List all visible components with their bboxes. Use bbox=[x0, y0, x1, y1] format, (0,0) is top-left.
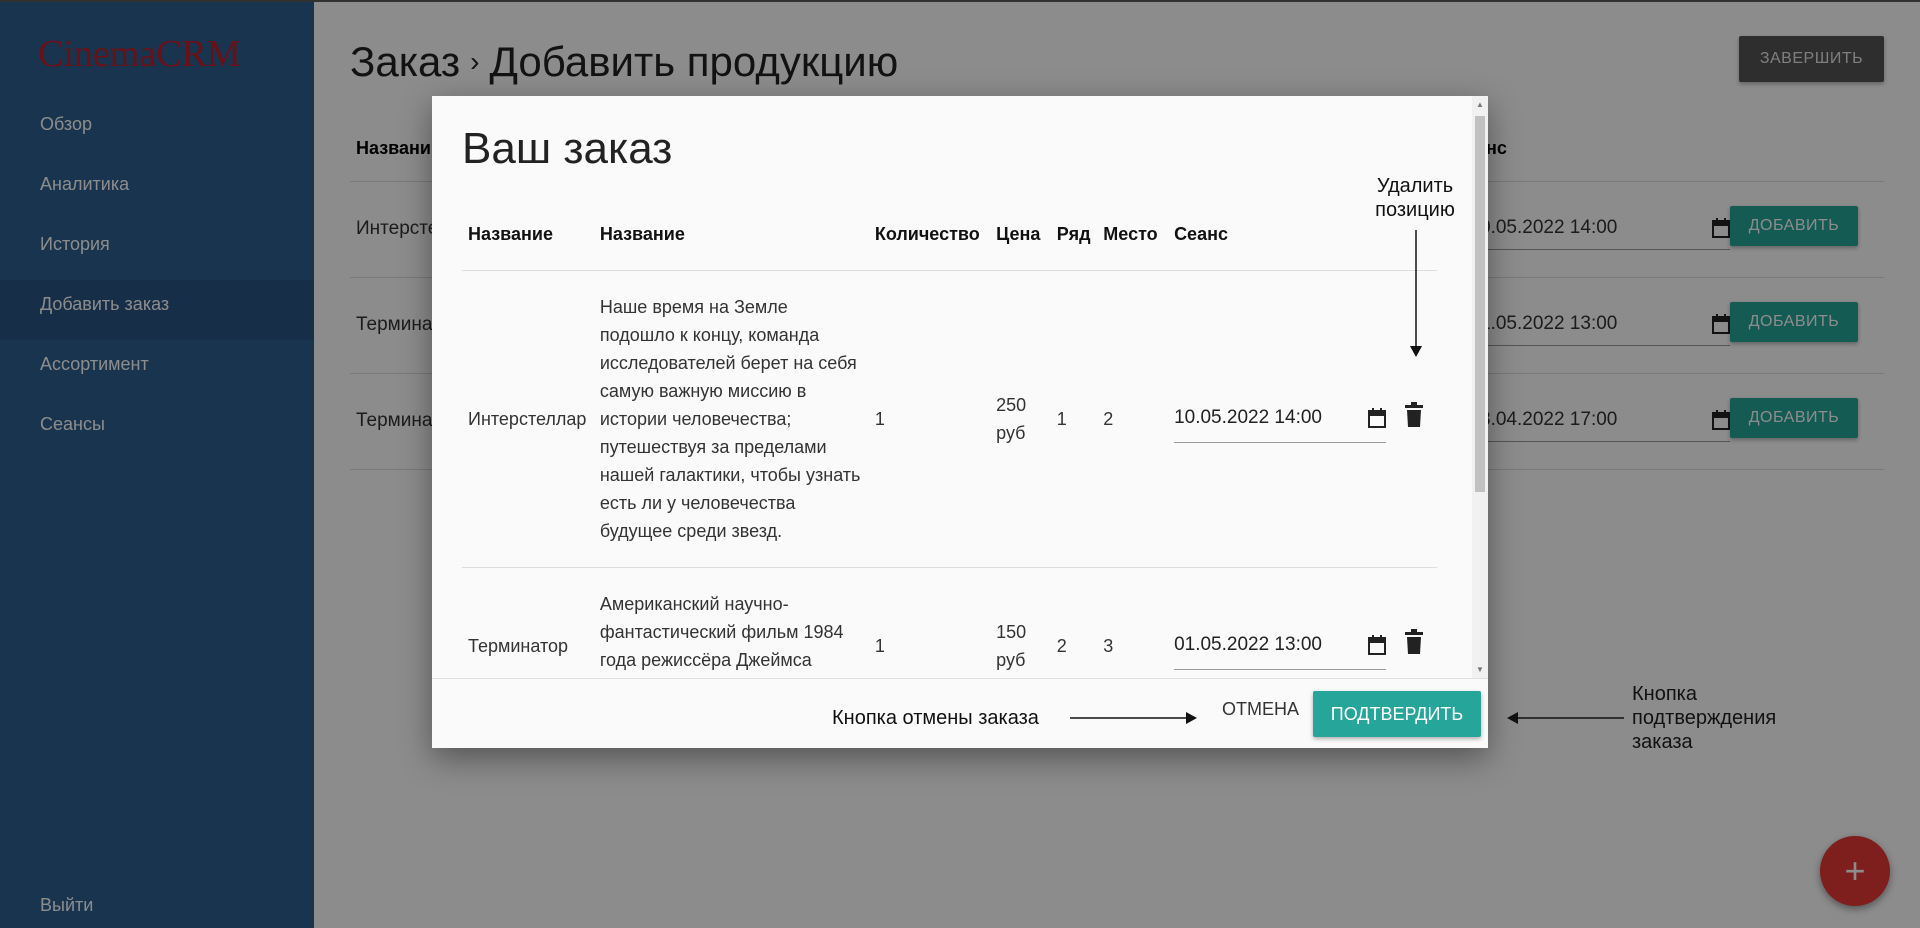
item-session-cell: 01.05.2022 13:00 bbox=[1168, 567, 1397, 678]
session-datetime-field[interactable]: 01.05.2022 13:00 bbox=[1174, 622, 1387, 670]
item-row: 2 bbox=[1050, 567, 1098, 678]
annotation-arrow-right-icon bbox=[1070, 712, 1197, 724]
cancel-button[interactable]: ОТМЕНА bbox=[1222, 699, 1299, 720]
order-modal: Ваш заказ Название Название Количество Ц… bbox=[432, 96, 1488, 748]
item-row: 1 bbox=[1050, 270, 1098, 568]
item-quantity: 1 bbox=[868, 270, 991, 568]
trash-icon[interactable] bbox=[1403, 628, 1425, 655]
order-table: Название Название Количество Цена Ряд Ме… bbox=[462, 200, 1437, 678]
annotation-arrow-down-icon bbox=[1410, 230, 1422, 357]
annotation-arrow-left-icon bbox=[1507, 712, 1624, 724]
modal-title: Ваш заказ bbox=[462, 124, 673, 173]
item-description: Американский научно-фантастический фильм… bbox=[593, 567, 869, 678]
scroll-down-icon[interactable]: ▼ bbox=[1475, 665, 1485, 674]
modal-content: Ваш заказ Название Название Количество Ц… bbox=[432, 96, 1472, 678]
item-title: Терминатор bbox=[462, 567, 594, 678]
annotation-confirm-order: Кнопка подтверждения заказа bbox=[1632, 683, 1777, 753]
trash-icon[interactable] bbox=[1403, 401, 1425, 428]
column-header-quantity: Количество bbox=[868, 200, 991, 271]
calendar-icon[interactable] bbox=[1368, 635, 1387, 655]
item-actions bbox=[1396, 567, 1437, 678]
column-header-row: Ряд bbox=[1050, 200, 1098, 271]
scroll-thumb[interactable] bbox=[1475, 116, 1485, 492]
datetime-value: 01.05.2022 13:00 bbox=[1174, 634, 1322, 655]
session-datetime-field[interactable]: 10.05.2022 14:00 bbox=[1174, 395, 1387, 443]
scroll-up-icon[interactable]: ▲ bbox=[1475, 100, 1485, 109]
item-quantity: 1 bbox=[868, 567, 991, 678]
item-seat: 2 bbox=[1097, 270, 1169, 568]
annotation-cancel-order: Кнопка отмены заказа bbox=[832, 707, 1039, 729]
confirm-button[interactable]: ПОДТВЕРДИТЬ bbox=[1313, 691, 1481, 737]
table-header-row: Название Название Количество Цена Ряд Ме… bbox=[462, 200, 1437, 271]
item-seat: 3 bbox=[1097, 567, 1169, 678]
item-title: Интерстеллар bbox=[462, 270, 594, 568]
column-header-seat: Место bbox=[1097, 200, 1169, 271]
column-header-session: Сеанс bbox=[1168, 200, 1397, 271]
item-price: 250 руб bbox=[990, 270, 1051, 568]
column-header-description: Название bbox=[593, 200, 869, 271]
column-header-price: Цена bbox=[990, 200, 1051, 271]
item-description: Наше время на Земле подошло к концу, ком… bbox=[593, 270, 869, 568]
modal-scrollbar[interactable]: ▲ ▼ bbox=[1472, 96, 1488, 678]
datetime-value: 10.05.2022 14:00 bbox=[1174, 407, 1322, 428]
item-price: 150 руб bbox=[990, 567, 1051, 678]
annotation-delete-position: Удалить позицию bbox=[1375, 175, 1455, 221]
item-session-cell: 10.05.2022 14:00 bbox=[1168, 270, 1397, 568]
column-header-title: Название bbox=[462, 200, 594, 271]
calendar-icon[interactable] bbox=[1368, 408, 1387, 428]
table-row: Интерстеллар Наше время на Земле подошло… bbox=[462, 270, 1437, 568]
table-row: Терминатор Американский научно-фантастич… bbox=[462, 567, 1437, 678]
